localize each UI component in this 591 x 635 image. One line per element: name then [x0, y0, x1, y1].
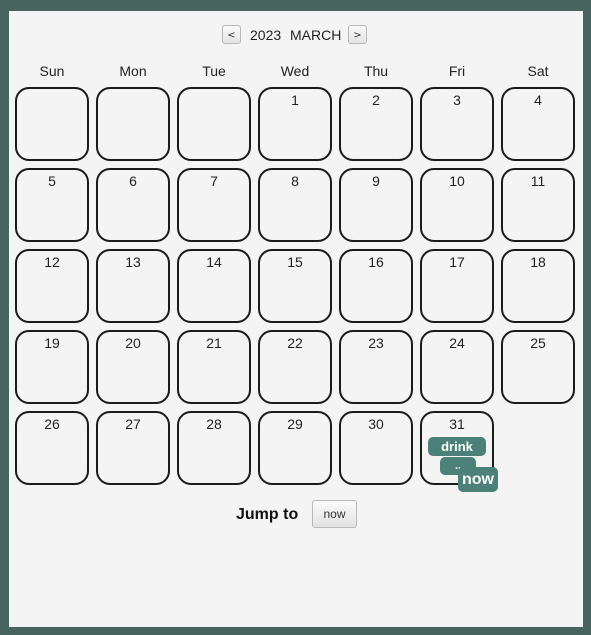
day-number: 4: [534, 92, 542, 108]
day-number: 29: [287, 416, 303, 432]
day-cell-9[interactable]: 9: [339, 168, 413, 242]
day-cell-10[interactable]: 10: [420, 168, 494, 242]
day-number: 14: [206, 254, 222, 270]
day-cell-14[interactable]: 14: [177, 249, 251, 323]
event-chip[interactable]: now: [458, 467, 498, 492]
day-number: 25: [530, 335, 546, 351]
day-cell-16[interactable]: 16: [339, 249, 413, 323]
day-number: 23: [368, 335, 384, 351]
day-cell-29[interactable]: 29: [258, 411, 332, 485]
day-number: 5: [48, 173, 56, 189]
weekday-thu: Thu: [363, 63, 389, 79]
day-cell-19[interactable]: 19: [15, 330, 89, 404]
event-chip[interactable]: drink: [428, 437, 486, 456]
day-cell-23[interactable]: 23: [339, 330, 413, 404]
empty-day-cell[interactable]: [96, 87, 170, 161]
day-cell-6[interactable]: 6: [96, 168, 170, 242]
calendar-window: < 2023 MARCH > Sun Mon Tue Wed Thu Fri Sat 123…: [9, 11, 583, 627]
weekday-tue: Tue: [202, 63, 226, 79]
day-cell-15[interactable]: 15: [258, 249, 332, 323]
empty-day-cell[interactable]: [15, 87, 89, 161]
day-number: 26: [44, 416, 60, 432]
weekday-sat: Sat: [527, 63, 549, 79]
weekday-sun: Sun: [39, 63, 65, 79]
day-cell-2[interactable]: 2: [339, 87, 413, 161]
day-number: 21: [206, 335, 222, 351]
day-cell-22[interactable]: 22: [258, 330, 332, 404]
day-number: 13: [125, 254, 141, 270]
day-number: 3: [453, 92, 461, 108]
month-label: MARCH: [290, 27, 342, 43]
day-number: 30: [368, 416, 384, 432]
day-number: 16: [368, 254, 384, 270]
day-number: 12: [44, 254, 60, 270]
day-cell-11[interactable]: 11: [501, 168, 575, 242]
day-cell-12[interactable]: 12: [15, 249, 89, 323]
prev-month-button[interactable]: <: [222, 25, 241, 44]
day-number: 8: [291, 173, 299, 189]
day-cell-25[interactable]: 25: [501, 330, 575, 404]
day-cell-1[interactable]: 1: [258, 87, 332, 161]
jump-to-label: Jump to: [236, 506, 299, 523]
day-number: 27: [125, 416, 141, 432]
day-number: 15: [287, 254, 303, 270]
day-number: 20: [125, 335, 141, 351]
day-number: 1: [291, 92, 299, 108]
day-number: 9: [372, 173, 380, 189]
day-cell-27[interactable]: 27: [96, 411, 170, 485]
day-cell-26[interactable]: 26: [15, 411, 89, 485]
weekday-wed: Wed: [280, 63, 310, 79]
weekday-fri: Fri: [448, 63, 466, 79]
day-number: 11: [530, 173, 546, 189]
day-cell-28[interactable]: 28: [177, 411, 251, 485]
day-cell-7[interactable]: 7: [177, 168, 251, 242]
day-number: 2: [372, 92, 380, 108]
year-label: 2023: [250, 27, 282, 43]
day-cell-8[interactable]: 8: [258, 168, 332, 242]
day-cell-3[interactable]: 3: [420, 87, 494, 161]
day-number: 19: [44, 335, 60, 351]
next-month-button[interactable]: >: [348, 25, 367, 44]
day-cell-13[interactable]: 13: [96, 249, 170, 323]
day-number: 7: [210, 173, 218, 189]
day-cell-18[interactable]: 18: [501, 249, 575, 323]
day-cell-30[interactable]: 30: [339, 411, 413, 485]
day-cell-5[interactable]: 5: [15, 168, 89, 242]
day-number: 17: [449, 254, 465, 270]
weekday-mon: Mon: [119, 63, 147, 79]
day-cell-24[interactable]: 24: [420, 330, 494, 404]
day-number: 22: [287, 335, 303, 351]
day-number: 31: [449, 416, 465, 432]
day-number: 28: [206, 416, 222, 432]
day-cell-17[interactable]: 17: [420, 249, 494, 323]
day-cell-21[interactable]: 21: [177, 330, 251, 404]
jump-now-button[interactable]: now: [312, 500, 357, 528]
day-cell-4[interactable]: 4: [501, 87, 575, 161]
day-number: 24: [449, 335, 465, 351]
empty-day-cell[interactable]: [177, 87, 251, 161]
day-number: 18: [530, 254, 546, 270]
day-number: 10: [449, 173, 465, 189]
day-cell-20[interactable]: 20: [96, 330, 170, 404]
day-number: 6: [129, 173, 137, 189]
